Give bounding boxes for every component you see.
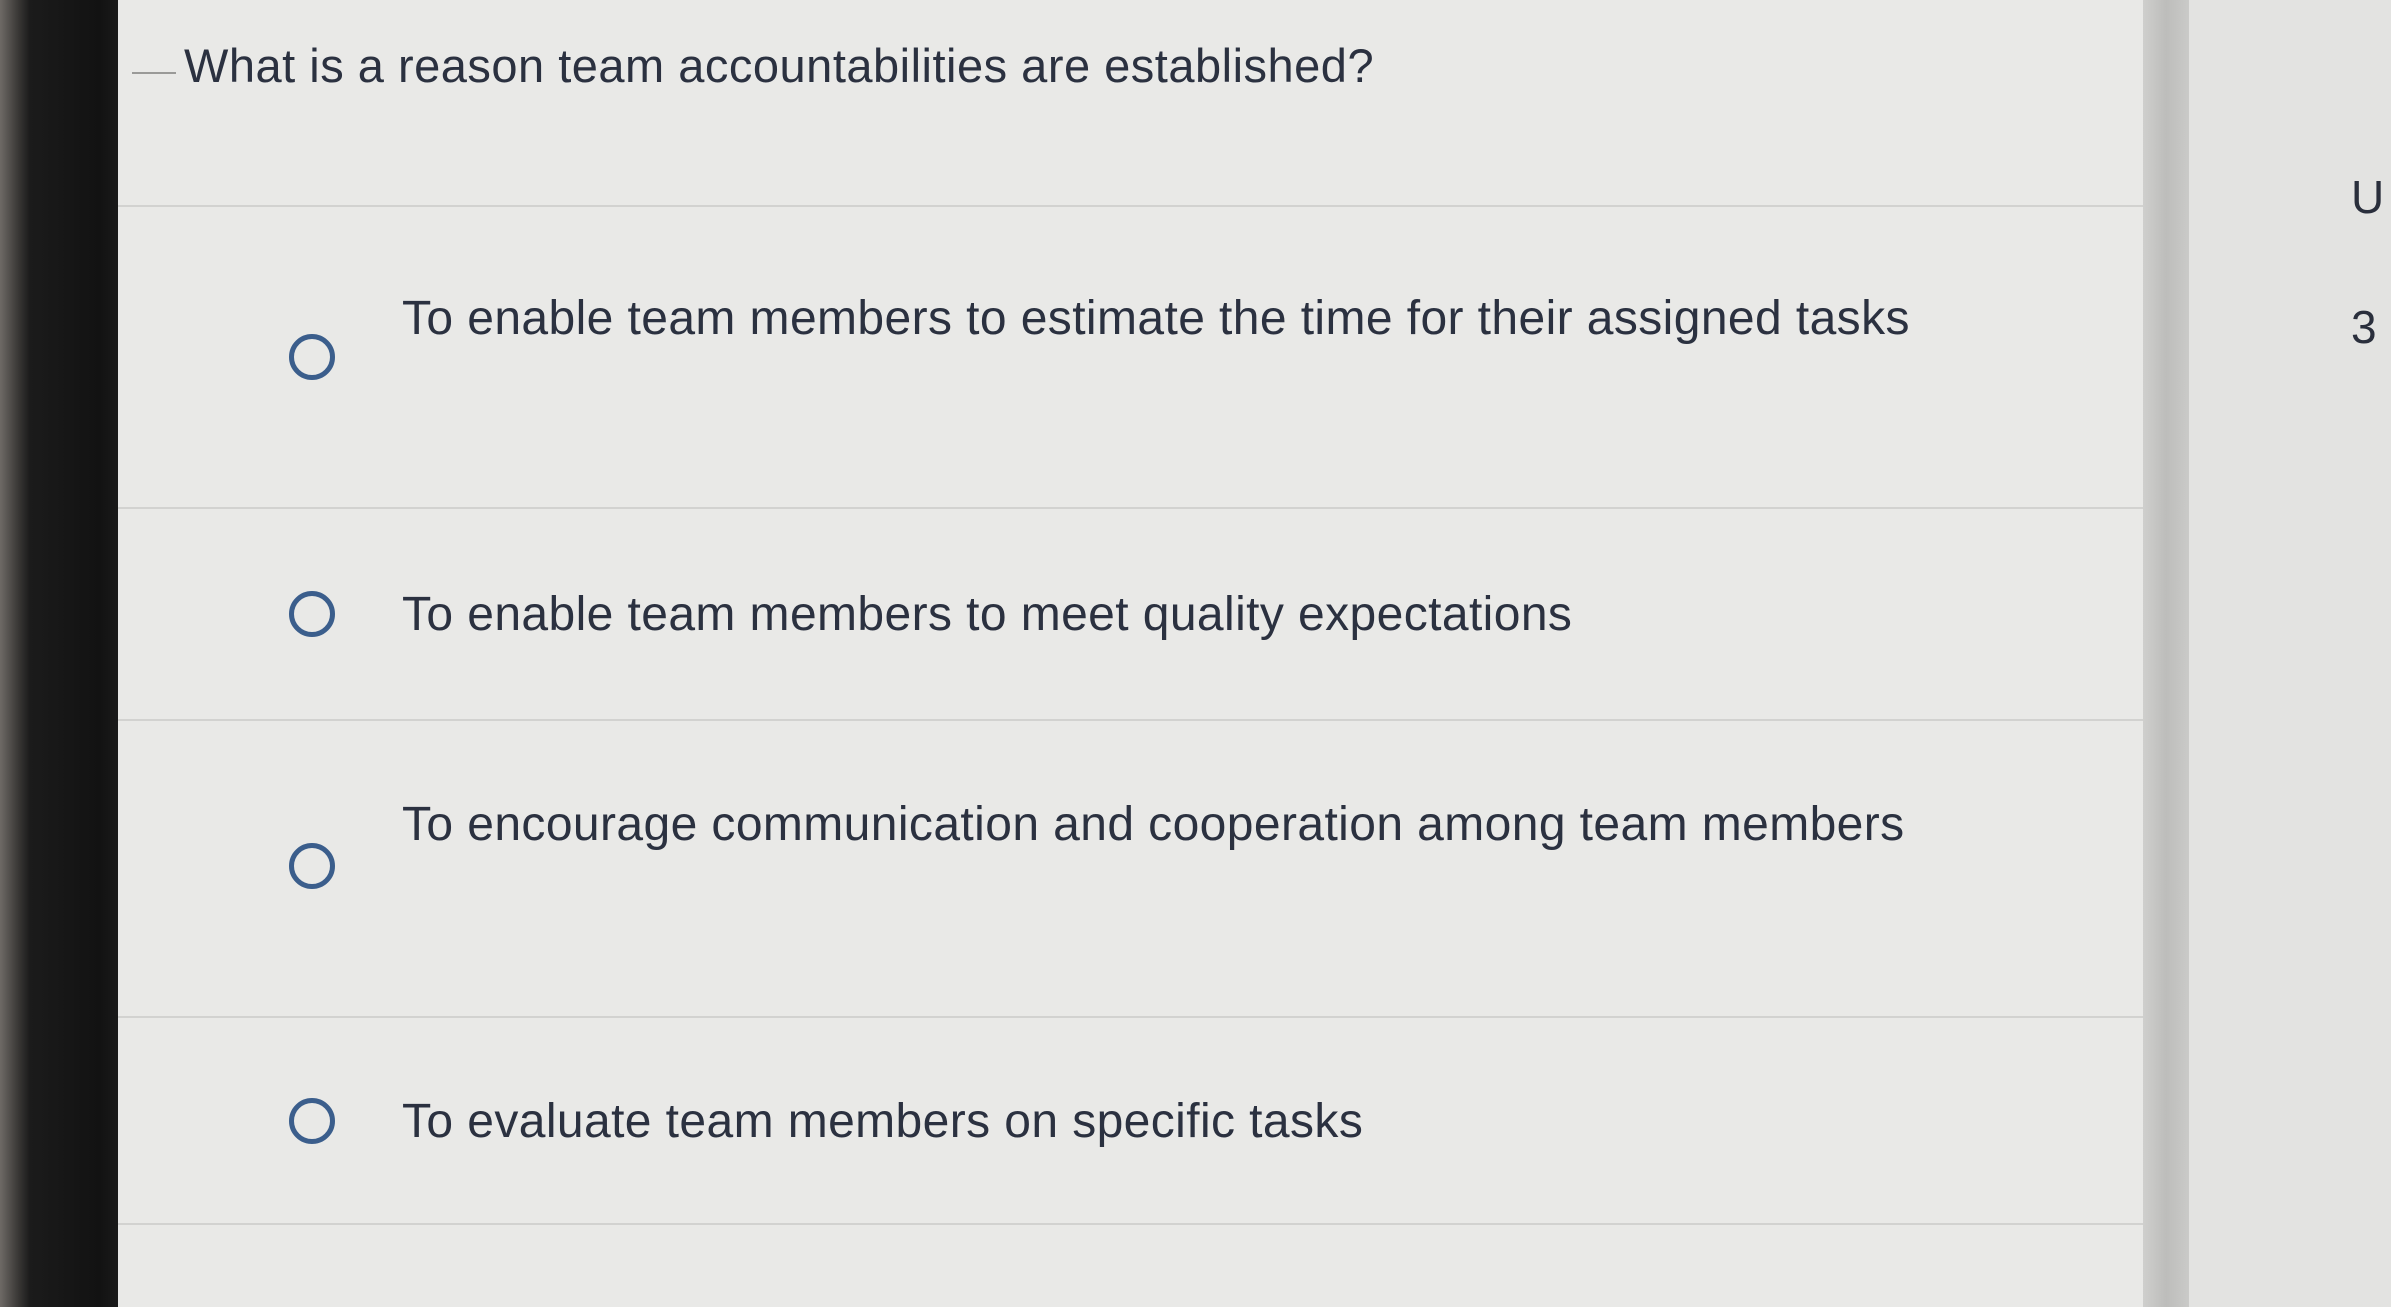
answer-option-3[interactable]: To encourage communication and cooperati… [118,719,2143,1016]
radio-button[interactable] [289,843,335,889]
question-header: What is a reason team accountabilities a… [118,0,2143,205]
side-panel-text: U [2351,171,2385,223]
panel-divider [2143,0,2189,1307]
question-text: What is a reason team accountabilities a… [184,39,1375,92]
answer-option-2[interactable]: To enable team members to meet quality e… [118,507,2143,719]
answer-option-1[interactable]: To enable team members to estimate the t… [118,205,2143,507]
question-marker [132,72,176,74]
screen-bezel [0,0,118,1307]
answer-label[interactable]: To enable team members to meet quality e… [402,571,2102,658]
radio-button[interactable] [289,334,335,380]
answer-option-4[interactable]: To evaluate team members on specific tas… [118,1016,2143,1225]
answer-label[interactable]: To evaluate team members on specific tas… [402,1078,2102,1165]
answer-label[interactable]: To encourage communication and cooperati… [402,781,2102,868]
side-panel: U 3 [2189,0,2391,1307]
answer-list: To enable team members to estimate the t… [118,205,2143,1225]
answer-label[interactable]: To enable team members to estimate the t… [402,275,2102,362]
radio-button[interactable] [289,591,335,637]
radio-button[interactable] [289,1098,335,1144]
side-panel-number: 3 [2351,301,2377,353]
